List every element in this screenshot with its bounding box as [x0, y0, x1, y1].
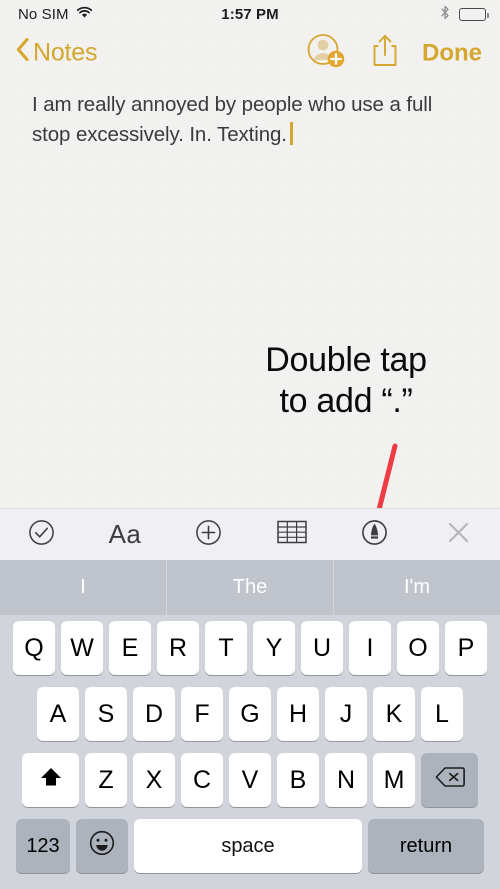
- keyboard-row-4: 123 space return: [0, 819, 500, 873]
- status-bar-time: 1:57 PM: [221, 5, 279, 23]
- return-key[interactable]: return: [368, 819, 484, 873]
- emoji-smiley-icon: [89, 830, 115, 863]
- close-keyboard-button[interactable]: [417, 509, 500, 560]
- suggestion-2[interactable]: I'm: [334, 560, 500, 615]
- battery-icon: [459, 7, 489, 21]
- status-bar-right: [440, 5, 489, 24]
- key-f[interactable]: F: [181, 687, 223, 741]
- text-format-button[interactable]: Aa: [83, 509, 166, 560]
- shift-key[interactable]: [22, 753, 79, 807]
- text-cursor: [289, 122, 293, 145]
- suggestion-0[interactable]: I: [0, 560, 167, 615]
- key-u[interactable]: U: [301, 621, 343, 675]
- key-v[interactable]: V: [229, 753, 271, 807]
- key-n[interactable]: N: [325, 753, 367, 807]
- markup-pen-icon: [361, 519, 388, 551]
- onscreen-keyboard: QWERTYUIOP ASDFGHJKL ZXCVBNM 123 space r…: [0, 615, 500, 889]
- numbers-key[interactable]: 123: [16, 819, 70, 873]
- space-key[interactable]: space: [134, 819, 362, 873]
- checklist-button[interactable]: [0, 509, 83, 560]
- key-z[interactable]: Z: [85, 753, 127, 807]
- navigation-actions: Done: [298, 32, 486, 75]
- key-o[interactable]: O: [397, 621, 439, 675]
- key-s[interactable]: S: [85, 687, 127, 741]
- add-attachment-button[interactable]: [167, 509, 250, 560]
- add-person-button[interactable]: [298, 32, 356, 75]
- format-toolbar: Aa: [0, 508, 500, 560]
- key-d[interactable]: D: [133, 687, 175, 741]
- shift-icon: [39, 765, 63, 796]
- back-button-label: Notes: [33, 38, 98, 67]
- suggestion-1[interactable]: The: [167, 560, 334, 615]
- table-icon: [276, 520, 307, 549]
- share-icon: [372, 34, 398, 73]
- close-icon: [446, 520, 471, 550]
- key-q[interactable]: Q: [13, 621, 55, 675]
- key-g[interactable]: G: [229, 687, 271, 741]
- key-x[interactable]: X: [133, 753, 175, 807]
- key-b[interactable]: B: [277, 753, 319, 807]
- key-m[interactable]: M: [373, 753, 415, 807]
- keyboard-row-2: ASDFGHJKL: [0, 687, 500, 741]
- key-j[interactable]: J: [325, 687, 367, 741]
- key-p[interactable]: P: [445, 621, 487, 675]
- add-person-icon: [306, 32, 348, 75]
- table-button[interactable]: [250, 509, 333, 560]
- annotation-text: Double tap to add “.”: [216, 340, 476, 422]
- add-attachment-icon: [195, 519, 222, 551]
- note-body-text: I am really annoyed by people who use a …: [32, 93, 433, 146]
- key-y[interactable]: Y: [253, 621, 295, 675]
- keyboard-row-1: QWERTYUIOP: [0, 621, 500, 675]
- checklist-icon: [28, 519, 55, 551]
- key-r[interactable]: R: [157, 621, 199, 675]
- back-to-notes-button[interactable]: Notes: [16, 37, 98, 69]
- done-button[interactable]: Done: [414, 39, 486, 67]
- markup-pen-button[interactable]: [333, 509, 416, 560]
- predictive-text-bar: I The I'm: [0, 560, 500, 615]
- key-c[interactable]: C: [181, 753, 223, 807]
- keyboard-row-3: ZXCVBNM: [0, 753, 500, 807]
- text-format-icon: Aa: [108, 519, 142, 549]
- key-w[interactable]: W: [61, 621, 103, 675]
- bluetooth-icon: [440, 5, 450, 24]
- annotation-line-2: to add “.”: [279, 382, 413, 420]
- key-i[interactable]: I: [349, 621, 391, 675]
- share-button[interactable]: [356, 34, 414, 73]
- delete-backspace-icon: [435, 766, 465, 795]
- key-a[interactable]: A: [37, 687, 79, 741]
- chevron-left-icon: [16, 37, 29, 69]
- delete-key[interactable]: [421, 753, 478, 807]
- key-h[interactable]: H: [277, 687, 319, 741]
- key-l[interactable]: L: [421, 687, 463, 741]
- key-k[interactable]: K: [373, 687, 415, 741]
- status-bar: No SIM 1:57 PM: [0, 0, 500, 28]
- key-e[interactable]: E: [109, 621, 151, 675]
- annotation-line-1: Double tap: [265, 341, 427, 379]
- key-t[interactable]: T: [205, 621, 247, 675]
- navigation-bar: Notes Done: [0, 28, 500, 78]
- note-body[interactable]: I am really annoyed by people who use a …: [32, 90, 462, 150]
- notes-app-screen: No SIM 1:57 PM Notes Done I am really an…: [0, 0, 500, 889]
- emoji-key[interactable]: [76, 819, 128, 873]
